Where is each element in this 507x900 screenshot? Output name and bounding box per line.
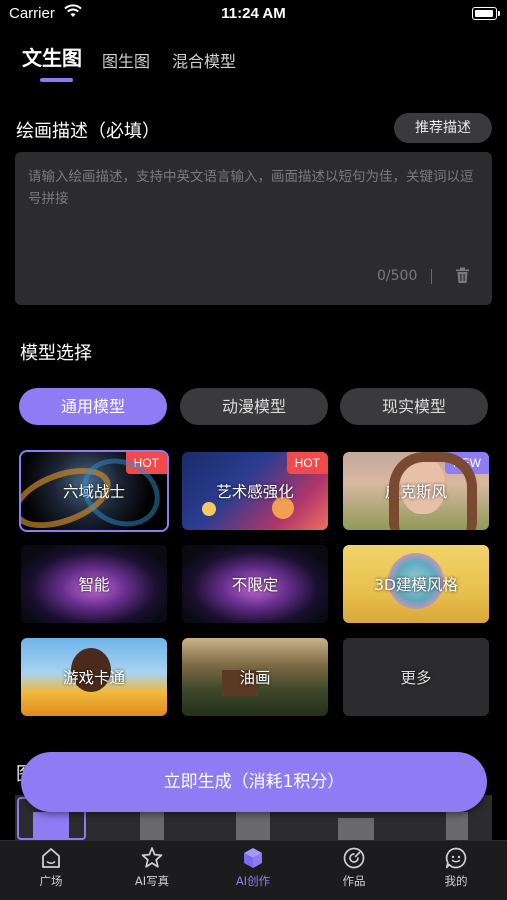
model-card[interactable]: 游戏卡通 [21,638,167,716]
description-title: 绘画描述（必填） [16,121,160,142]
model-card-label: 不限定 [231,576,279,594]
tab-label: AI创作 [235,874,271,888]
cube-icon [244,848,262,868]
star-icon [141,847,163,868]
tab-plaza[interactable]: 广场 [16,845,86,889]
hot-badge: HOT [125,452,167,474]
model-card[interactable]: 皮克斯风 NEW [343,452,489,530]
more-models-button[interactable]: 更多 [343,638,489,716]
home-icon [42,848,60,868]
tab-mine[interactable]: 我的 [421,845,491,889]
description-input[interactable]: 请输入绘画描述，支持中英文语言输入，画面描述以短句为佳，关键词以逗号拼接 0/5… [15,152,492,305]
tab-ai-portrait[interactable]: AI写真 [117,845,187,889]
new-badge: NEW [445,452,489,474]
divider [431,269,432,284]
model-card-label: 皮克斯风 [384,483,447,501]
tab-image-to-image[interactable]: 图生图 [102,48,150,72]
ratio-shape[interactable] [236,812,270,840]
ratio-shape[interactable] [338,818,374,840]
model-card-label: 油画 [239,669,271,687]
model-card[interactable]: 3D建模风格 [343,545,489,623]
more-label: 更多 [400,669,432,687]
trash-icon[interactable] [455,267,470,288]
model-card[interactable]: 不限定 [182,545,328,623]
chat-face-icon [445,847,467,869]
tab-text-to-image[interactable]: 文生图 [22,42,82,71]
category-general[interactable]: 通用模型 [19,388,167,425]
recommend-description-button[interactable]: 推荐描述 [394,113,492,143]
generate-button[interactable]: 立即生成（消耗1积分） [21,752,487,812]
tab-label: AI写真 [134,874,170,888]
hot-badge: HOT [286,452,328,474]
model-card-label: 智能 [78,576,110,594]
tab-label: 广场 [39,874,63,888]
model-card[interactable]: 油画 [182,638,328,716]
ratio-shape[interactable] [140,812,164,840]
character-counter: 0/500 [377,268,418,284]
ratio-shape[interactable] [446,812,468,840]
ratio-shape [33,812,69,840]
model-card[interactable]: 艺术感强化 HOT [182,452,328,530]
tab-works[interactable]: 作品 [319,845,389,889]
model-card-label: 游戏卡通 [62,669,125,687]
model-section-title: 模型选择 [20,343,92,364]
model-card-label: 3D建模风格 [374,576,458,594]
battery-icon [472,7,500,20]
tab-ai-create[interactable]: AI创作 [218,845,288,889]
tab-label: 我的 [444,874,468,888]
model-card[interactable]: 六域战士 HOT [19,450,169,532]
description-placeholder: 请输入绘画描述，支持中英文语言输入，画面描述以短句为佳，关键词以逗号拼接 [28,169,474,207]
model-card[interactable]: 智能 [21,545,167,623]
status-time: 11:24 AM [221,5,286,22]
category-realistic[interactable]: 现实模型 [340,388,488,425]
status-bar: Carrier 11:24 AM [0,0,507,28]
active-tab-indicator [40,78,73,82]
tab-label: 作品 [342,874,366,888]
works-icon [343,847,365,869]
category-anime[interactable]: 动漫模型 [180,388,328,425]
bottom-tab-bar: 广场 AI写真 AI创作 作品 我的 [0,840,507,900]
tab-mixed-model[interactable]: 混合模型 [172,48,236,72]
